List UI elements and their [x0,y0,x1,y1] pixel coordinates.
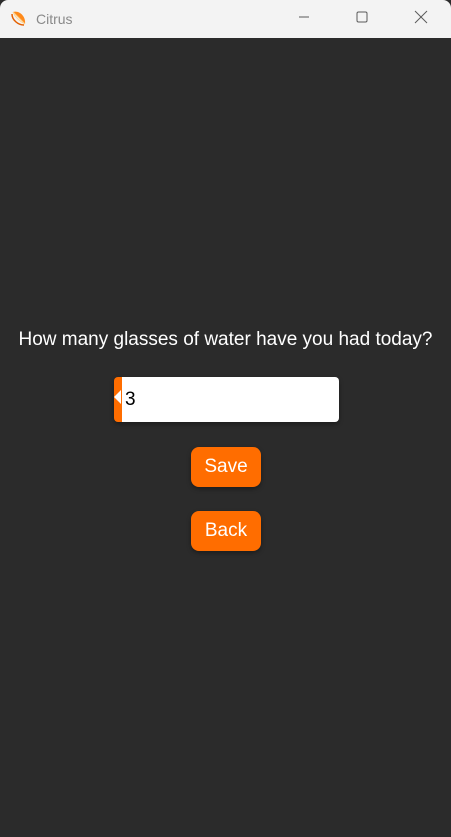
maximize-button[interactable] [333,0,391,38]
main-content: How many glasses of water have you had t… [0,38,451,837]
minimize-button[interactable] [275,0,333,38]
title-bar[interactable]: Citrus [0,0,451,38]
maximize-icon [356,10,368,28]
glasses-count-input[interactable] [122,377,339,422]
triangle-left-icon [114,390,122,409]
close-icon [414,10,428,29]
back-button[interactable]: Back [191,511,261,551]
question-label: How many glasses of water have you had t… [18,329,433,350]
app-window: Citrus How many glasses of water have yo… [0,0,451,837]
save-button[interactable]: Save [191,447,261,487]
window-title: Citrus [36,11,73,27]
decrement-button[interactable] [114,377,122,422]
citrus-logo-icon [10,8,30,28]
minimize-icon [298,10,310,28]
close-button[interactable] [392,0,450,38]
water-glasses-stepper [114,377,339,422]
